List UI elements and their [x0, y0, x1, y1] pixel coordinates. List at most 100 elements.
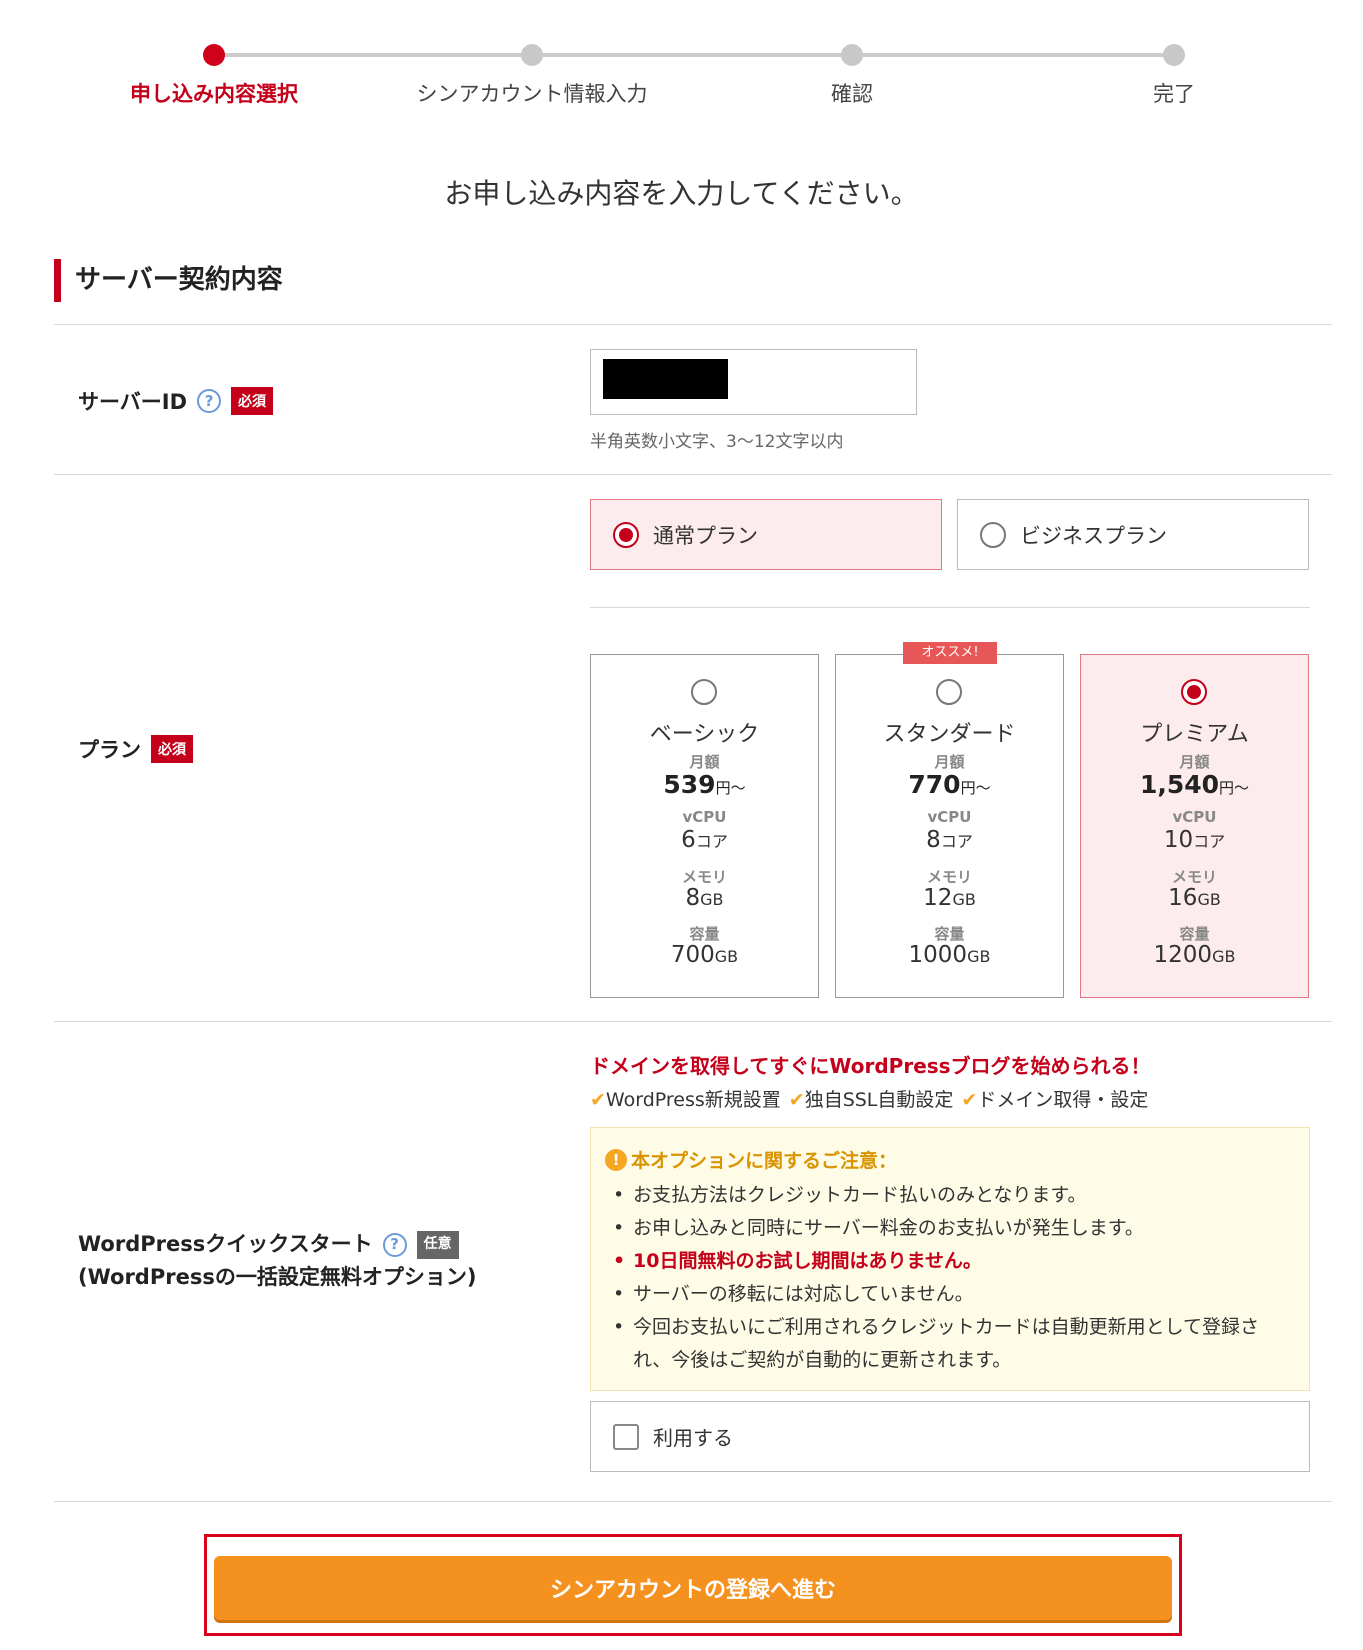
plan-price: 539円〜: [591, 770, 818, 799]
proceed-to-registration-button[interactable]: シンアカウントの登録へ進む: [214, 1556, 1172, 1620]
step-dot-3: [841, 44, 863, 66]
plan-label-row: プラン 必須: [78, 734, 193, 764]
storage-value: 1200GB: [1081, 942, 1308, 968]
wp-feature: ✔ドメイン取得・設定: [961, 1085, 1148, 1112]
wp-use-checkbox[interactable]: 利用する: [590, 1401, 1310, 1472]
plan-type-standard-radio[interactable]: 通常プラン: [590, 499, 942, 570]
server-id-label: サーバーID: [78, 390, 188, 414]
price-value: 770: [908, 770, 961, 799]
wp-catch-copy: ドメインを取得してすぐにWordPressブログを始められる！: [590, 1054, 1151, 1078]
wp-feature: ✔WordPress新規設置: [590, 1085, 781, 1112]
feature-text: 独自SSL自動設定: [804, 1089, 954, 1111]
wp-label-text: WordPressクイックスタート: [78, 1232, 373, 1256]
price-unit: 円〜: [960, 779, 991, 797]
memory-label: メモリ: [1171, 868, 1217, 886]
divider: [54, 1021, 1332, 1022]
wp-feature-list: ✔WordPress新規設置 ✔ 独自SSL自動設定 ✔ドメイン取得・設定: [590, 1085, 1148, 1112]
storage-number: 700: [670, 942, 715, 968]
cpu-label: vCPU: [1172, 808, 1217, 826]
notice-list: お支払方法はクレジットカード払いのみとなります。 お申し込みと同時にサーバー料金…: [605, 1179, 1295, 1377]
notice-item: お申し込みと同時にサーバー料金のお支払いが発生します。: [605, 1212, 1295, 1245]
memory-value: 12GB: [836, 885, 1063, 911]
price-label: 月額: [1179, 753, 1210, 771]
step-label-4: 完了: [1153, 82, 1195, 106]
memory-number: 8: [685, 885, 701, 911]
wp-label-line1: WordPressクイックスタート ? 任意: [78, 1228, 476, 1261]
step-label-3: 確認: [831, 82, 873, 106]
step-label-2: シンアカウント情報入力: [416, 82, 648, 106]
storage-unit: GB: [714, 947, 739, 966]
radio-selected-icon: [613, 521, 639, 548]
storage-unit: GB: [1212, 947, 1236, 966]
plan-price: 1,540円〜: [1081, 770, 1308, 799]
memory-label: メモリ: [681, 868, 727, 886]
storage-value: 1000GB: [836, 942, 1063, 968]
price-value: 1,540: [1139, 770, 1220, 799]
plan-name: スタンダード: [883, 722, 1016, 747]
price-value: 539: [663, 770, 716, 799]
stepper-track: [214, 53, 1174, 57]
plan-type-label: ビジネスプラン: [1020, 523, 1167, 548]
plan-name: プレミアム: [1140, 722, 1249, 747]
wp-label-line2: (WordPressの一括設定無料オプション): [78, 1265, 477, 1289]
plan-type-business-radio[interactable]: ビジネスプラン: [957, 499, 1309, 570]
step-dot-2: [521, 44, 543, 66]
optional-badge: 任意: [416, 1230, 459, 1259]
cpu-unit: コア: [695, 832, 728, 851]
step-dot-4: [1163, 44, 1185, 66]
section-title: サーバー契約内容: [54, 259, 283, 302]
storage-value: 700GB: [591, 942, 818, 968]
checkbox-icon: [613, 1423, 639, 1450]
notice-item-emphasis: 10日間無料のお試し期間はありません。: [605, 1245, 1295, 1278]
feature-text: WordPress新規設置: [605, 1089, 781, 1111]
use-label: 利用する: [653, 1426, 733, 1450]
divider: [54, 474, 1332, 475]
notice-item: 今回お支払いにご利用されるクレジットカードは自動更新用として登録され、今後はご契…: [605, 1311, 1295, 1377]
memory-value: 16GB: [1081, 885, 1308, 911]
step-dot-1: [203, 44, 225, 66]
progress-stepper: 申し込み内容選択 シンアカウント情報入力 確認 完了: [0, 0, 1363, 130]
cpu-unit: コア: [940, 832, 973, 851]
cpu-number: 10: [1163, 827, 1194, 853]
memory-unit: GB: [952, 890, 976, 909]
cpu-label: vCPU: [927, 808, 972, 826]
help-icon[interactable]: ?: [197, 389, 222, 413]
cpu-label: vCPU: [682, 808, 727, 826]
help-icon[interactable]: ?: [382, 1232, 407, 1257]
check-icon: ✔: [590, 1089, 606, 1111]
server-id-label-row: サーバーID ? 必須: [78, 386, 274, 416]
cpu-number: 6: [681, 827, 696, 853]
notice-item: お支払方法はクレジットカード払いのみとなります。: [605, 1179, 1295, 1212]
cpu-unit: コア: [1193, 832, 1226, 851]
required-badge: 必須: [151, 735, 193, 763]
notice-item: サーバーの移転には対応していません。: [605, 1278, 1295, 1311]
storage-label: 容量: [689, 925, 720, 943]
wordpress-quickstart-label: WordPressクイックスタート ? 任意 (WordPressの一括設定無料…: [78, 1228, 476, 1294]
redacted-value: [603, 359, 728, 399]
plan-card-standard[interactable]: スタンダード 月額 770円〜 vCPU 8コア メモリ 12GB 容量 100…: [835, 654, 1064, 998]
cpu-value: 8コア: [836, 827, 1063, 853]
storage-label: 容量: [934, 925, 965, 943]
price-label: 月額: [934, 753, 965, 771]
plan-name: ベーシック: [649, 722, 760, 747]
server-id-input[interactable]: [590, 349, 917, 415]
memory-unit: GB: [1197, 890, 1221, 909]
radio-selected-icon: [1181, 679, 1207, 705]
radio-unselected-icon: [691, 679, 717, 705]
storage-number: 1000: [908, 942, 968, 968]
cpu-value: 10コア: [1081, 827, 1308, 853]
plan-label: プラン: [78, 738, 141, 762]
memory-unit: GB: [700, 890, 724, 909]
plan-type-label: 通常プラン: [653, 523, 758, 548]
cpu-value: 6コア: [591, 827, 818, 853]
plan-card-basic[interactable]: ベーシック 月額 539円〜 vCPU 6コア メモリ 8GB 容量 700GB: [590, 654, 819, 998]
memory-label: メモリ: [926, 868, 972, 886]
warning-icon: !: [605, 1148, 627, 1171]
plan-card-premium[interactable]: プレミアム 月額 1,540円〜 vCPU 10コア メモリ 16GB 容量 1…: [1080, 654, 1309, 998]
plan-price: 770円〜: [836, 770, 1063, 799]
storage-unit: GB: [967, 947, 991, 966]
feature-text: ドメイン取得・設定: [977, 1089, 1149, 1111]
server-id-hint: 半角英数小文字、3〜12文字以内: [590, 432, 844, 452]
recommend-badge: オススメ!: [903, 642, 997, 664]
wp-notice-box: ! 本オプションに関するご注意： お支払方法はクレジットカード払いのみとなります…: [590, 1127, 1310, 1391]
